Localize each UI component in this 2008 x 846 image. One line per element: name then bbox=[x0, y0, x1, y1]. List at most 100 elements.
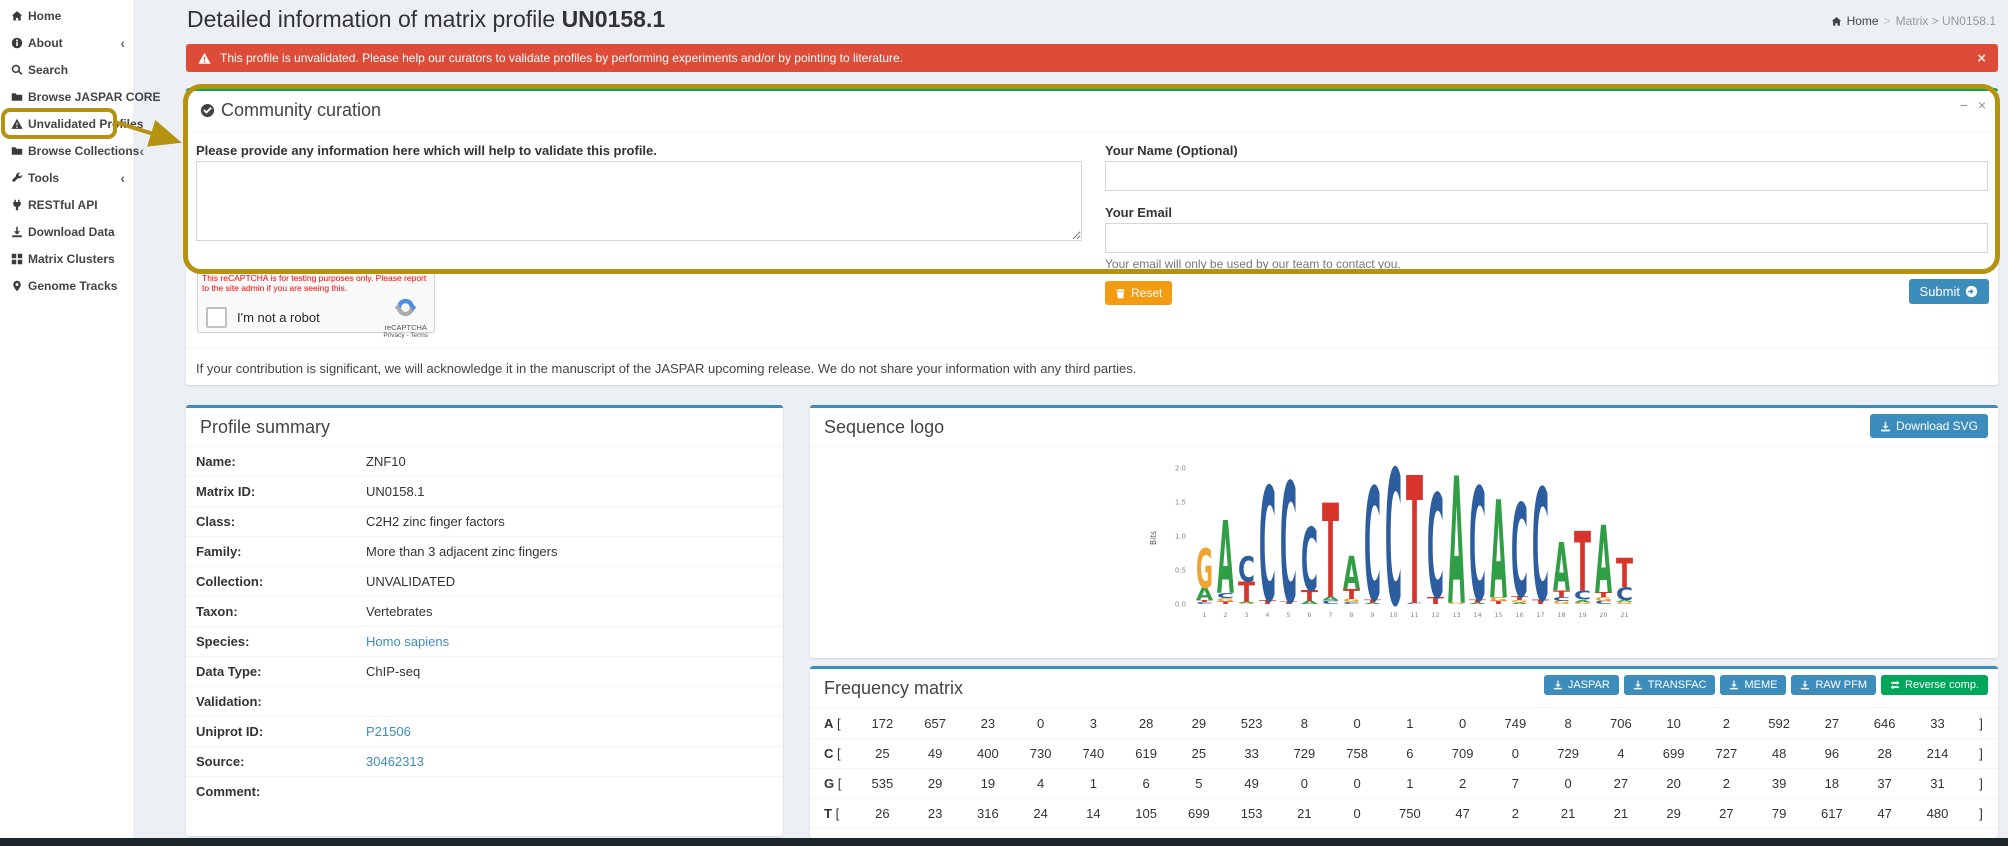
matrix-cell: 8 bbox=[1542, 709, 1595, 739]
svg-text:19: 19 bbox=[1578, 611, 1586, 619]
profile-summary-table: Name:ZNF10Matrix ID:UN0158.1Class:C2H2 z… bbox=[186, 447, 783, 819]
breadcrumb-path: Matrix > UN0158.1 bbox=[1896, 14, 1996, 28]
sidebar-item-matrix-clusters[interactable]: Matrix Clusters bbox=[0, 245, 133, 272]
export-transfac-button[interactable]: TRANSFAC bbox=[1624, 675, 1716, 695]
download-icon bbox=[1633, 680, 1643, 690]
breadcrumb-home-link[interactable]: Home bbox=[1847, 14, 1879, 28]
matrix-cell: 79 bbox=[1753, 799, 1806, 829]
search-icon bbox=[11, 64, 23, 76]
profile-value-link[interactable]: 30462313 bbox=[366, 754, 424, 769]
matrix-cell: 47 bbox=[1858, 799, 1911, 829]
matrix-cell: 27 bbox=[1700, 799, 1753, 829]
chevron-left-icon: ‹ bbox=[139, 146, 144, 156]
profile-value-link[interactable]: Homo sapiens bbox=[366, 634, 449, 649]
profile-value: ChIP-seq bbox=[366, 664, 420, 679]
matrix-cell: 758 bbox=[1331, 739, 1384, 769]
sidebar-item-search[interactable]: Search bbox=[0, 56, 133, 83]
info-circle-icon bbox=[11, 37, 23, 49]
profile-label: Taxon: bbox=[186, 597, 356, 627]
warning-triangle-icon bbox=[11, 118, 23, 130]
download-icon bbox=[11, 226, 23, 238]
svg-text:12: 12 bbox=[1431, 611, 1439, 619]
recaptcha-privacy-terms[interactable]: Privacy - Terms bbox=[383, 332, 428, 339]
matrix-cell: 0 bbox=[1542, 769, 1595, 799]
close-button[interactable]: × bbox=[1978, 98, 1986, 112]
matrix-cell: 0 bbox=[1436, 709, 1489, 739]
frequency-matrix-table: A [1726572303282952380107498706102592276… bbox=[810, 709, 1998, 829]
sidebar-item-about[interactable]: About‹ bbox=[0, 29, 133, 56]
profile-label: Name: bbox=[186, 447, 356, 477]
matrix-cell: 47 bbox=[1436, 799, 1489, 829]
matrix-cell: 21 bbox=[1595, 799, 1648, 829]
alert-message: This profile is unvalidated. Please help… bbox=[220, 51, 903, 65]
profile-row-species: Species:Homo sapiens bbox=[186, 627, 783, 657]
reverse-complement-button[interactable]: Reverse comp. bbox=[1881, 675, 1988, 695]
matrix-cell: 592 bbox=[1753, 709, 1806, 739]
matrix-cell: 49 bbox=[1225, 769, 1278, 799]
frequency-matrix-title: Frequency matrix bbox=[824, 678, 963, 699]
matrix-bracket-close: ] bbox=[1964, 799, 1998, 829]
curation-info-textarea[interactable] bbox=[196, 161, 1082, 241]
sidebar-item-unvalidated-profiles[interactable]: Unvalidated Profiles bbox=[0, 110, 133, 137]
recaptcha-checkbox[interactable] bbox=[206, 307, 227, 328]
sidebar-item-tools[interactable]: Tools ‹ bbox=[0, 164, 133, 191]
chevron-left-icon: ‹ bbox=[120, 173, 125, 183]
unvalidated-alert: This profile is unvalidated. Please help… bbox=[186, 44, 1998, 72]
profile-value: UNVALIDATED bbox=[366, 574, 455, 589]
sidebar-item-genome-tracks[interactable]: Genome Tracks bbox=[0, 272, 133, 299]
reset-button[interactable]: Reset bbox=[1105, 281, 1172, 305]
name-label: Your Name (Optional) bbox=[1105, 143, 1238, 158]
matrix-cell: 21 bbox=[1278, 799, 1331, 829]
svg-text:8: 8 bbox=[1349, 611, 1353, 619]
svg-text:1: 1 bbox=[1202, 611, 1206, 619]
sidebar-item-label: RESTful API bbox=[28, 198, 98, 212]
svg-text:16: 16 bbox=[1515, 611, 1523, 619]
matrix-bracket-close: ] bbox=[1964, 739, 1998, 769]
sidebar-item-home[interactable]: Home bbox=[0, 2, 133, 29]
export-jaspar-button[interactable]: JASPAR bbox=[1544, 675, 1619, 695]
sidebar-item-label: About bbox=[28, 36, 63, 50]
svg-text:A: A bbox=[1343, 546, 1360, 600]
sidebar-item-browse-collections[interactable]: Browse Collections‹ bbox=[0, 137, 133, 164]
matrix-cell: 316 bbox=[962, 799, 1015, 829]
sidebar-item-download-data[interactable]: Download Data bbox=[0, 218, 133, 245]
sidebar-item-label: Tools bbox=[28, 171, 59, 185]
curation-box-tools: − × bbox=[1960, 98, 1986, 112]
download-svg-button[interactable]: Download SVG bbox=[1870, 414, 1988, 438]
matrix-cell: 23 bbox=[962, 709, 1015, 739]
export-meme-button[interactable]: MEME bbox=[1720, 675, 1786, 695]
profile-row-taxon: Taxon:Vertebrates bbox=[186, 597, 783, 627]
export-raw-pfm-button[interactable]: RAW PFM bbox=[1791, 675, 1876, 695]
trash-icon bbox=[1115, 288, 1126, 299]
svg-text:A: A bbox=[1217, 500, 1234, 617]
profile-value-link[interactable]: P21506 bbox=[366, 724, 411, 739]
email-input[interactable] bbox=[1105, 223, 1988, 253]
minimize-button[interactable]: − bbox=[1960, 98, 1968, 112]
svg-text:A: A bbox=[1490, 475, 1507, 630]
matrix-cell: 7 bbox=[1489, 769, 1542, 799]
alert-close-button[interactable]: × bbox=[1977, 51, 1986, 66]
matrix-cell: 4 bbox=[1014, 769, 1067, 799]
sidebar-item-label: Browse JASPAR CORE bbox=[28, 90, 160, 104]
matrix-cell: 6 bbox=[1120, 769, 1173, 799]
svg-text:C: C bbox=[1511, 479, 1528, 627]
svg-text:9: 9 bbox=[1370, 611, 1374, 619]
profile-row-collection: Collection:UNVALIDATED bbox=[186, 567, 783, 597]
svg-text:2.0: 2.0 bbox=[1175, 465, 1186, 473]
recaptcha-widget: This reCAPTCHA is for testing purposes o… bbox=[197, 271, 435, 333]
matrix-cell: 0 bbox=[1489, 739, 1542, 769]
sidebar-item-restful-api[interactable]: RESTful API bbox=[0, 191, 133, 218]
matrix-cell: 20 bbox=[1647, 769, 1700, 799]
svg-text:0.0: 0.0 bbox=[1175, 601, 1186, 609]
matrix-row-T: T [2623316241410569915321075047221212927… bbox=[810, 799, 1998, 829]
sidebar-item-browse-jaspar-core[interactable]: Browse JASPAR CORE bbox=[0, 83, 133, 110]
svg-text:C: C bbox=[1532, 457, 1549, 636]
submit-button[interactable]: Submit bbox=[1909, 279, 1989, 304]
profile-row-class: Class:C2H2 zinc finger factors bbox=[186, 507, 783, 537]
matrix-cell: 14 bbox=[1067, 799, 1120, 829]
matrix-cell: 4 bbox=[1595, 739, 1648, 769]
matrix-cell: 25 bbox=[856, 739, 909, 769]
name-input[interactable] bbox=[1105, 161, 1988, 191]
matrix-cell: 480 bbox=[1911, 799, 1964, 829]
matrix-cell: 28 bbox=[1858, 739, 1911, 769]
